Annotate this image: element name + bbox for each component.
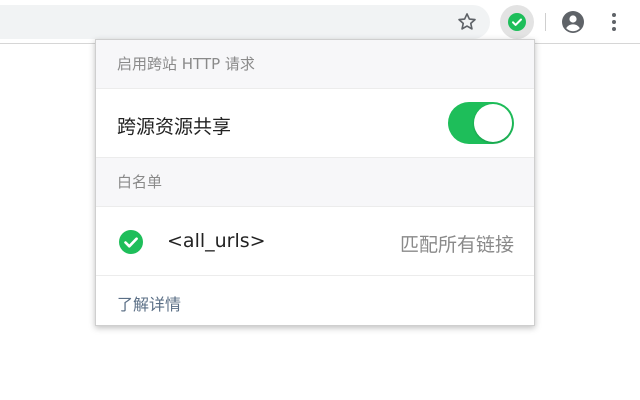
toggle-knob	[474, 104, 512, 142]
whitelist-item[interactable]: <all_urls> 匹配所有链接	[96, 206, 534, 276]
star-icon[interactable]	[456, 11, 478, 33]
whitelist-description: 匹配所有链接	[399, 234, 514, 256]
cors-setting-row: 跨源资源共享	[96, 88, 534, 158]
whitelist-pattern: <all_urls>	[167, 230, 266, 252]
section-title-cross-origin: 启用跨站 HTTP 请求	[96, 40, 534, 88]
learn-more-link[interactable]: 了解详情	[117, 291, 181, 315]
section-title-whitelist: 白名单	[96, 158, 534, 206]
extension-button[interactable]	[500, 5, 534, 39]
cors-toggle[interactable]	[448, 102, 514, 144]
check-circle-icon	[118, 229, 144, 255]
cors-label: 跨源资源共享	[117, 116, 232, 138]
extension-popup: 启用跨站 HTTP 请求 跨源资源共享 白名单 <all_urls> 匹配所有链…	[95, 39, 535, 326]
browser-toolbar	[0, 0, 640, 44]
extension-check-icon	[508, 13, 526, 31]
more-vert-icon[interactable]	[604, 11, 624, 33]
address-bar[interactable]	[0, 5, 490, 39]
profile-icon[interactable]	[561, 10, 585, 34]
toolbar-divider	[545, 13, 546, 31]
